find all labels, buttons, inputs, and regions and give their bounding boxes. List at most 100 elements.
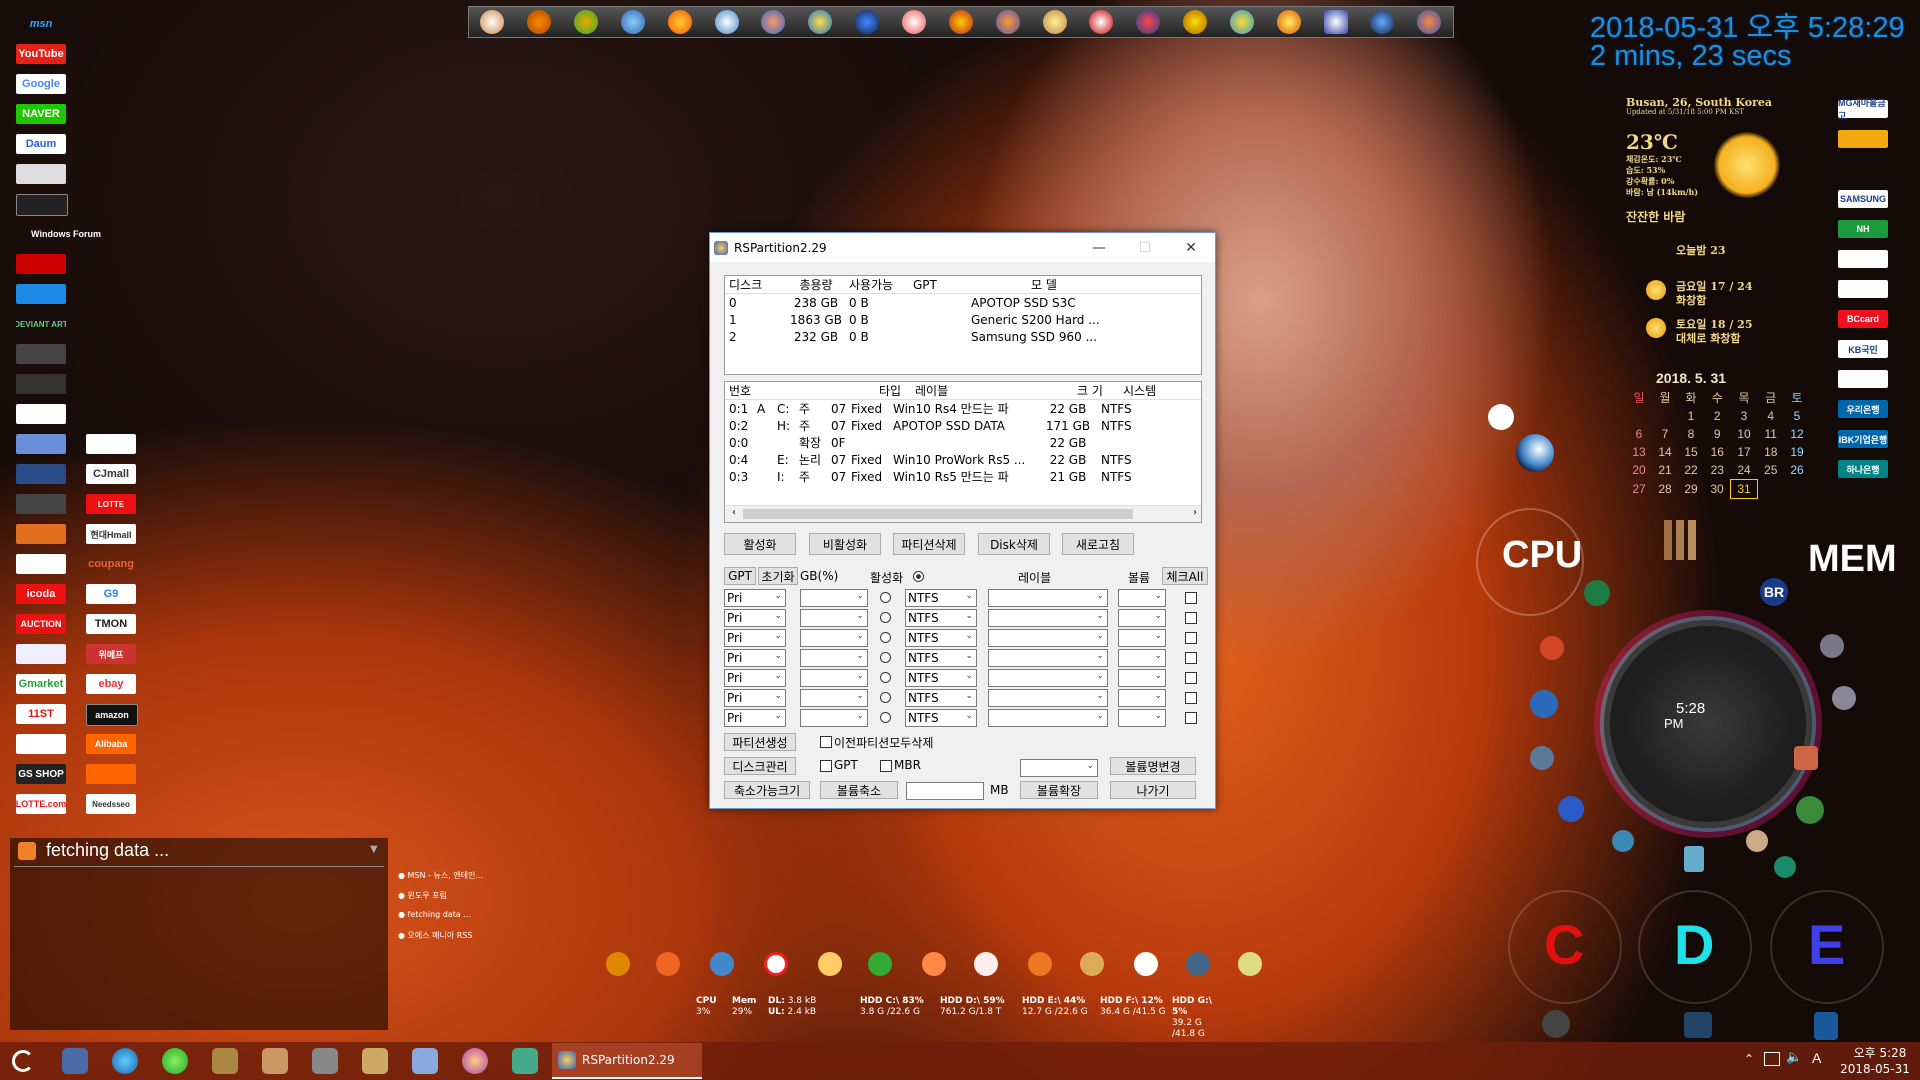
ie-icon[interactable] bbox=[112, 1048, 138, 1074]
shortcut-site-f[interactable] bbox=[16, 404, 66, 424]
bank-nh[interactable]: NH bbox=[1838, 220, 1888, 238]
partition-row[interactable]: 0:0 확장 0F 22 GB bbox=[725, 434, 1201, 451]
taskbar-icon-9[interactable] bbox=[462, 1048, 488, 1074]
size-select[interactable]: ⌄ bbox=[800, 629, 868, 647]
col-number[interactable]: 번호 bbox=[725, 382, 773, 399]
shortcut-icoda[interactable]: icoda bbox=[16, 584, 66, 604]
app-icon-l[interactable] bbox=[1832, 686, 1856, 710]
launch-icon-18[interactable] bbox=[1276, 10, 1301, 34]
taskbar-icon-1[interactable] bbox=[62, 1048, 88, 1074]
partition-row[interactable]: 0:2 H: 주 07 Fixed APOTOP SSD DATA 171 GB NTFS bbox=[725, 417, 1201, 434]
launch-icon-12[interactable] bbox=[995, 10, 1020, 34]
taskbar-time[interactable]: 오후 5:28 bbox=[1848, 1044, 1912, 1061]
disk-row[interactable]: 0 238 GB 0 B APOTOP SSD S3C bbox=[725, 294, 1201, 311]
shortcut-wemakeprice[interactable]: 위메프 bbox=[86, 644, 136, 664]
start-button-icon[interactable] bbox=[12, 1050, 34, 1072]
shortcut-naver[interactable]: NAVER bbox=[16, 104, 66, 124]
filesystem-select[interactable]: NTFS ⌄ bbox=[905, 589, 977, 607]
taskbar-icon-6[interactable] bbox=[312, 1048, 338, 1074]
size-select[interactable]: ⌄ bbox=[800, 609, 868, 627]
volume-select[interactable]: ⌄ bbox=[1118, 669, 1166, 687]
launch-icon-19[interactable] bbox=[1323, 10, 1348, 34]
size-select[interactable]: ⌄ bbox=[800, 669, 868, 687]
shortcut-site-j[interactable] bbox=[16, 524, 66, 544]
calendar-day[interactable]: 11 bbox=[1758, 425, 1785, 443]
row-checkbox[interactable] bbox=[1185, 672, 1197, 684]
calendar-day[interactable]: 15 bbox=[1678, 443, 1704, 461]
label-select[interactable]: ⌄ bbox=[988, 709, 1108, 727]
active-radio[interactable] bbox=[880, 652, 891, 663]
col-model[interactable]: 모 델 bbox=[967, 276, 1117, 293]
launch-icon-1[interactable] bbox=[480, 10, 505, 34]
calendar-day[interactable]: 24 bbox=[1731, 461, 1758, 480]
app-icon-k[interactable] bbox=[1820, 634, 1844, 658]
label-select[interactable]: ⌄ bbox=[988, 669, 1108, 687]
bank-6[interactable] bbox=[1838, 280, 1888, 298]
shortcut-site-k[interactable] bbox=[16, 554, 66, 574]
shortcut-amazon[interactable]: amazon bbox=[86, 704, 138, 726]
calendar-day[interactable]: 28 bbox=[1652, 480, 1678, 499]
calendar-day[interactable]: 7 bbox=[1652, 425, 1678, 443]
gpt-checkbox[interactable] bbox=[820, 760, 832, 772]
partition-row[interactable]: 0:1 A C: 주 07 Fixed Win10 Rs4 만드는 파 22 GB NTFS bbox=[725, 400, 1201, 417]
size-select[interactable]: ⌄ bbox=[800, 709, 868, 727]
label-select[interactable]: ⌄ bbox=[988, 689, 1108, 707]
calendar-day[interactable]: 23 bbox=[1704, 461, 1731, 480]
app-icon-h[interactable] bbox=[1774, 856, 1796, 878]
calendar-day[interactable]: 26 bbox=[1784, 461, 1810, 480]
shortcut-site-m[interactable] bbox=[16, 644, 66, 664]
shortcut-site-h[interactable] bbox=[16, 464, 66, 484]
calendar-day[interactable]: 5 bbox=[1784, 407, 1810, 425]
dock-icon-1[interactable] bbox=[606, 952, 630, 976]
app-icon-g[interactable] bbox=[1746, 830, 1768, 852]
col-gpt[interactable]: GPT bbox=[909, 278, 967, 292]
app-icon-b[interactable] bbox=[1530, 690, 1558, 718]
network-icon[interactable] bbox=[1764, 1052, 1780, 1066]
filesystem-select[interactable]: NTFS ⌄ bbox=[905, 709, 977, 727]
label-select[interactable]: ⌄ bbox=[988, 589, 1108, 607]
calendar-day[interactable]: 29 bbox=[1678, 480, 1704, 499]
taskbar-date[interactable]: 2018-05-31 bbox=[1838, 1062, 1912, 1076]
partition-type-select[interactable]: Pri ⌄ bbox=[724, 629, 786, 647]
partition-row[interactable]: 0:3 I: 주 07 Fixed Win10 Rs5 만드는 파 21 GB NTFS bbox=[725, 468, 1201, 485]
calendar-day[interactable]: 9 bbox=[1704, 425, 1731, 443]
app-icon-n[interactable] bbox=[1684, 1012, 1712, 1038]
refresh-button[interactable]: 새로고침 bbox=[1062, 533, 1134, 555]
shortcut-deviantart[interactable]: DEVIANT ART bbox=[16, 314, 66, 334]
disk-list[interactable]: 디스크 총용량 사용가능 GPT 모 델 0 238 GB 0 B APOTOP SS… bbox=[724, 275, 1202, 375]
active-radio[interactable] bbox=[880, 672, 891, 683]
size-mb-input[interactable] bbox=[906, 782, 984, 800]
calendar-day[interactable]: 12 bbox=[1784, 425, 1810, 443]
bank-samsung[interactable]: SAMSUNG bbox=[1838, 190, 1888, 208]
shortcut-site-g[interactable] bbox=[16, 434, 66, 454]
bank-mg[interactable]: MG새마을금고 bbox=[1838, 98, 1888, 121]
gpt-header-button[interactable]: GPT bbox=[724, 567, 756, 585]
shrinkable-size-button[interactable]: 축소가능크기 bbox=[724, 781, 810, 799]
launch-icon-20[interactable] bbox=[1370, 10, 1395, 34]
calendar-day[interactable]: 8 bbox=[1678, 425, 1704, 443]
dock-icon-11[interactable] bbox=[1134, 952, 1158, 976]
shortcut-shinsegae[interactable] bbox=[86, 434, 136, 454]
bank-ibk[interactable]: IBK기업은행 bbox=[1838, 430, 1888, 448]
dock-icon-5[interactable] bbox=[818, 952, 842, 976]
active-radio[interactable] bbox=[880, 692, 891, 703]
app-icon-m[interactable] bbox=[1542, 1010, 1570, 1038]
calendar-day[interactable]: 10 bbox=[1731, 425, 1758, 443]
shortcut-site-a[interactable] bbox=[16, 164, 66, 184]
launch-icon-7[interactable] bbox=[761, 10, 786, 34]
calendar-day[interactable]: 21 bbox=[1652, 461, 1678, 480]
tray-chevron-icon[interactable]: ⌃ bbox=[1744, 1052, 1754, 1066]
br-icon[interactable]: BR bbox=[1760, 578, 1788, 606]
dock-icon-8[interactable] bbox=[974, 952, 998, 976]
disk-management-button[interactable]: 디스크관리 bbox=[724, 757, 796, 775]
maximize-button[interactable]: ☐ bbox=[1122, 233, 1168, 262]
dock-icon-12[interactable] bbox=[1186, 952, 1210, 976]
shortcut-gsshop[interactable]: GS SHOP bbox=[16, 764, 66, 784]
bank-woori[interactable]: 우리은행 bbox=[1838, 400, 1888, 418]
app-icon-a[interactable] bbox=[1488, 404, 1514, 430]
calendar-day[interactable]: 14 bbox=[1652, 443, 1678, 461]
activate-button[interactable]: 활성화 bbox=[724, 533, 796, 555]
col-available[interactable]: 사용가능 bbox=[845, 276, 909, 293]
partition-type-select[interactable]: Pri ⌄ bbox=[724, 589, 786, 607]
extend-volume-button[interactable]: 볼륨확장 bbox=[1020, 781, 1098, 799]
